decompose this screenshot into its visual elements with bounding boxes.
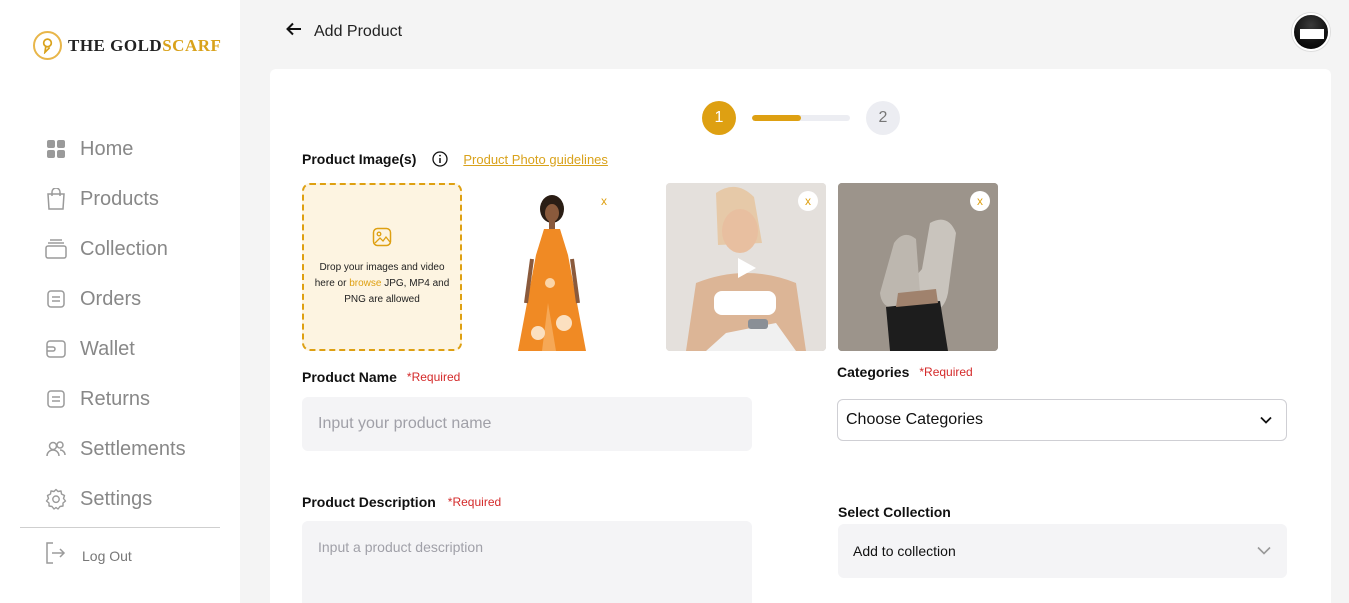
receipt-icon: [44, 287, 68, 311]
sidebar-item-products[interactable]: Products: [44, 174, 186, 224]
page-title: Add Product: [314, 22, 403, 40]
product-description-label: Product Description: [302, 494, 436, 510]
sidebar-item-orders[interactable]: Orders: [44, 274, 186, 324]
remove-image-button[interactable]: x: [970, 191, 990, 211]
categories-select-value: Choose Categories: [846, 411, 983, 428]
sidebar-item-label: Collection: [80, 237, 168, 260]
product-image-thumbnail[interactable]: x: [838, 183, 998, 351]
sidebar-item-wallet[interactable]: Wallet: [44, 324, 186, 374]
required-badge: *Required: [406, 370, 461, 384]
sidebar-item-label: Wallet: [80, 337, 135, 360]
avatar[interactable]: [1292, 13, 1330, 51]
sidebar-item-settlements[interactable]: Settlements: [44, 424, 186, 474]
collection-label-row: Select Collection: [838, 504, 951, 520]
product-name-input[interactable]: Input your product name: [302, 397, 752, 451]
sidebar-item-label: Products: [80, 187, 159, 210]
product-description-label-row: Product Description *Required: [302, 494, 501, 510]
sidebar-divider: [20, 527, 220, 528]
info-icon[interactable]: [432, 151, 449, 167]
sidebar-item-home[interactable]: Home: [44, 124, 186, 174]
avatar-image: [1300, 29, 1324, 39]
product-images-header: Product Image(s) Product Photo guideline…: [302, 151, 608, 167]
stepper: 1 2: [702, 101, 900, 135]
remove-image-button[interactable]: x: [594, 191, 614, 211]
sidebar-item-settings[interactable]: Settings: [44, 474, 186, 524]
brand-logo-icon: [33, 31, 62, 60]
play-icon[interactable]: [736, 256, 758, 285]
chevron-down-icon: [1260, 411, 1272, 429]
photo-guidelines-link[interactable]: Product Photo guidelines: [463, 152, 608, 167]
back-button[interactable]: Add Product: [286, 22, 402, 41]
gear-icon: [44, 487, 68, 511]
returns-icon: [44, 387, 68, 411]
brand-name: THE GOLDSCARF: [68, 35, 222, 55]
remove-image-button[interactable]: x: [798, 191, 818, 211]
required-badge: *Required: [919, 365, 973, 379]
required-badge: *Required: [447, 495, 502, 509]
arrow-left-icon: [286, 22, 302, 41]
sidebar: THE GOLDSCARF Home Products Collection O…: [0, 0, 240, 603]
logout-label: Log Out: [82, 547, 132, 564]
avatar-badge-icon: [1297, 41, 1303, 47]
sidebar-item-label: Settings: [80, 487, 153, 510]
dropzone-instructions: Drop your images and video here or brows…: [314, 261, 450, 305]
product-name-label-row: Product Name *Required: [302, 369, 460, 385]
sidebar-item-collection[interactable]: Collection: [44, 224, 186, 274]
product-image-thumbnail[interactable]: x: [468, 183, 628, 351]
sidebar-item-label: Home: [80, 137, 134, 160]
categories-label-row: Categories *Required: [837, 364, 973, 380]
grid-icon: [44, 137, 68, 161]
image-dropzone[interactable]: Drop your images and video here or brows…: [302, 183, 462, 351]
product-video-thumbnail[interactable]: x: [666, 183, 826, 351]
stack-icon: [44, 237, 68, 261]
categories-select[interactable]: Choose Categories: [837, 399, 1287, 441]
categories-label: Categories: [837, 364, 910, 380]
step-progress-fill: [752, 115, 801, 121]
sidebar-item-label: Settlements: [80, 437, 186, 460]
product-images-label: Product Image(s): [302, 151, 417, 167]
sidebar-nav: Home Products Collection Orders Wallet R…: [44, 124, 186, 524]
sidebar-item-returns[interactable]: Returns: [44, 374, 186, 424]
step-2-indicator[interactable]: 2: [866, 101, 900, 135]
browse-link[interactable]: browse: [349, 278, 381, 289]
step-progress-track: [752, 115, 850, 121]
users-icon: [44, 437, 68, 461]
chevron-down-icon: [1257, 542, 1271, 560]
sidebar-item-label: Orders: [80, 287, 142, 310]
collection-select-value: Add to collection: [853, 543, 956, 559]
add-product-form: 1 2 Product Image(s) Product Photo guide…: [270, 69, 1331, 603]
collection-label: Select Collection: [838, 504, 951, 520]
product-description-textarea[interactable]: Input a product description: [302, 521, 752, 603]
step-1-indicator[interactable]: 1: [702, 101, 736, 135]
sidebar-item-label: Returns: [80, 387, 151, 410]
collection-select[interactable]: Add to collection: [838, 524, 1287, 578]
logout-button[interactable]: Log Out: [44, 541, 132, 570]
brand-logo[interactable]: THE GOLDSCARF: [33, 31, 221, 60]
wallet-icon: [44, 337, 68, 361]
image-upload-icon: [372, 227, 392, 252]
shopping-bag-icon: [44, 187, 68, 211]
product-name-label: Product Name: [302, 369, 397, 385]
logout-icon: [44, 541, 66, 570]
